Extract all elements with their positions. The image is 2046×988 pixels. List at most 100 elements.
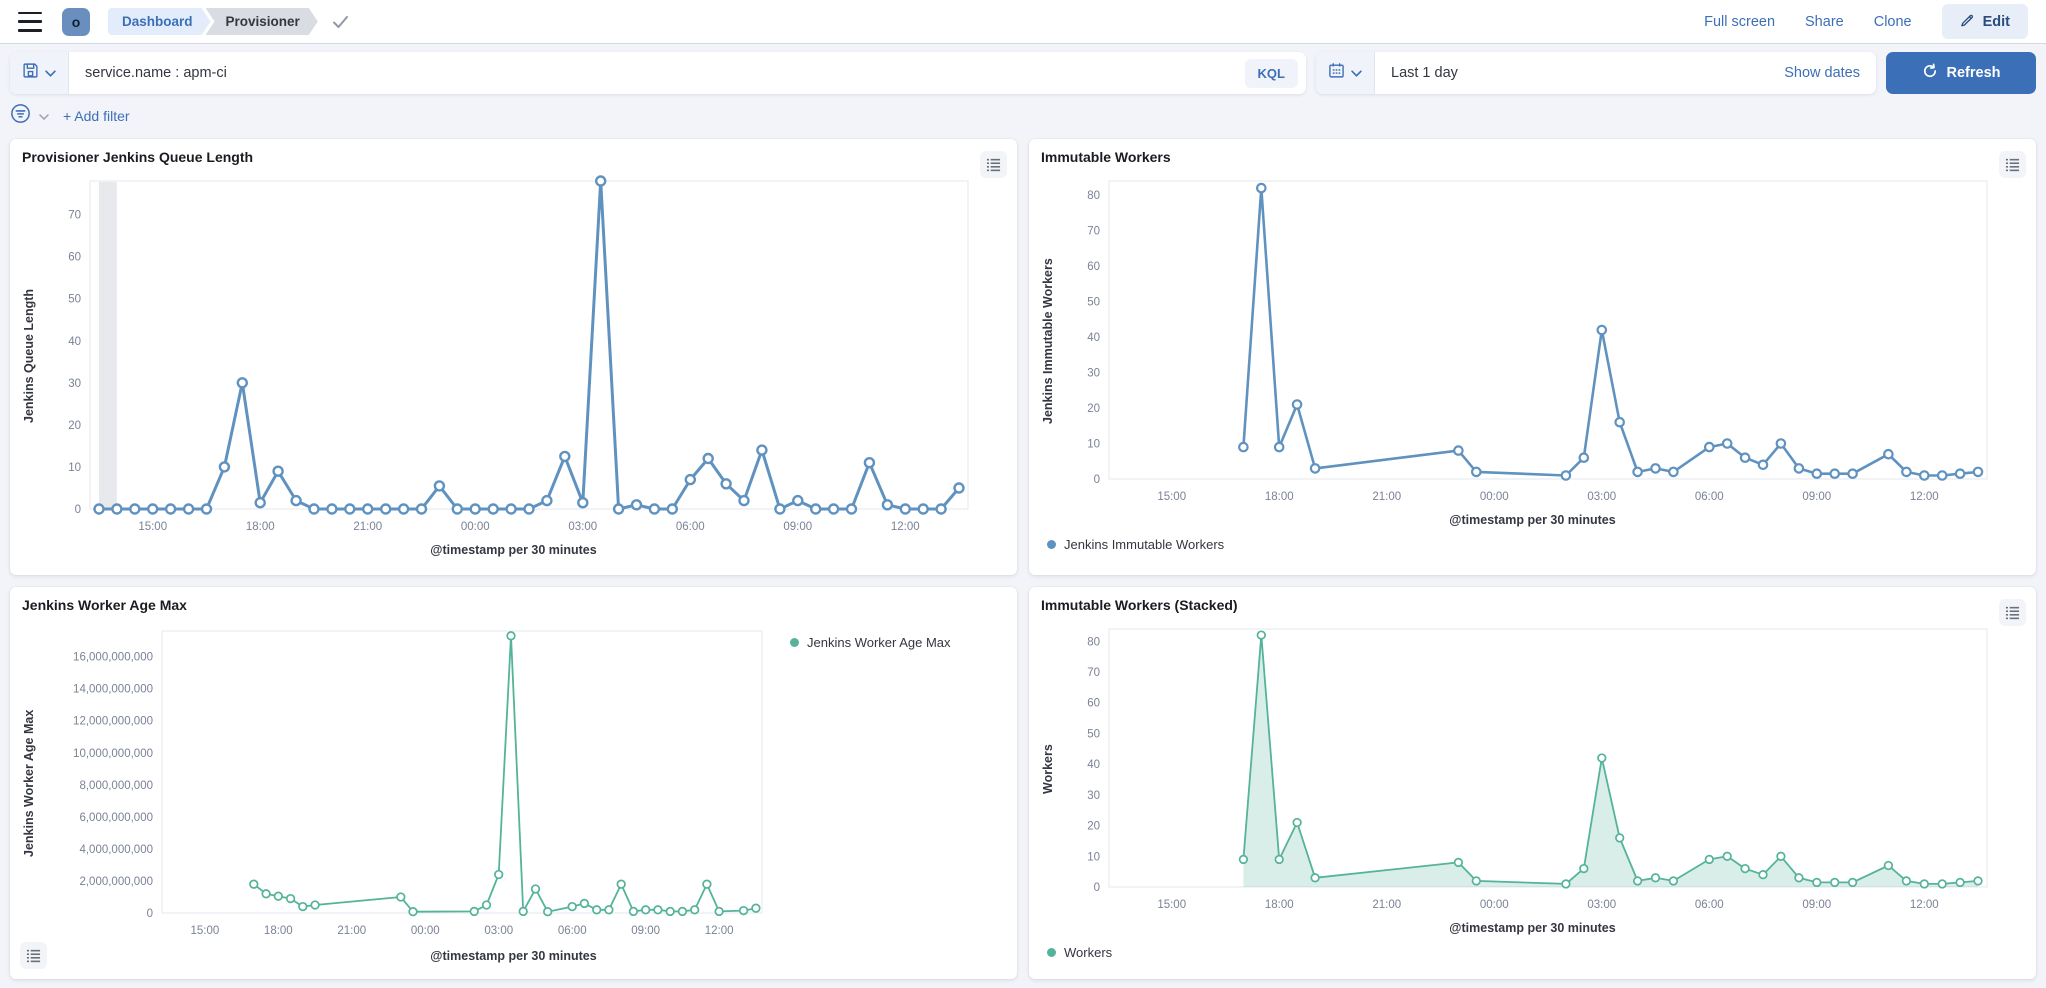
svg-text:0: 0: [1094, 474, 1100, 486]
svg-text:10: 10: [1087, 851, 1100, 863]
legend-dot: [1047, 540, 1056, 549]
x-axis-title: @timestamp per 30 minutes: [1041, 921, 2024, 935]
svg-text:09:00: 09:00: [1802, 491, 1831, 503]
list-icon: [2005, 605, 2020, 620]
svg-text:15:00: 15:00: [1157, 491, 1186, 503]
svg-text:00:00: 00:00: [411, 925, 440, 937]
svg-text:12,000,000,000: 12,000,000,000: [73, 716, 153, 728]
legend-item[interactable]: Workers: [1047, 945, 2024, 960]
panel-legend-toggle-button[interactable]: [980, 151, 1007, 178]
y-axis-title: Jenkins Worker Age Max: [22, 619, 44, 947]
legend-label: Jenkins Immutable Workers: [1064, 537, 1224, 552]
svg-text:40: 40: [1087, 332, 1100, 344]
breadcrumb-provisioner[interactable]: Provisioner: [206, 8, 318, 35]
breadcrumb-dashboard[interactable]: Dashboard: [108, 8, 211, 35]
workers-stacked-area-chart[interactable]: 0102030405060708015:0018:0021:0000:0003:…: [1063, 619, 2003, 919]
svg-text:50: 50: [68, 294, 81, 306]
svg-text:06:00: 06:00: [676, 521, 705, 533]
svg-text:30: 30: [1087, 368, 1100, 380]
svg-text:03:00: 03:00: [1587, 899, 1616, 911]
svg-text:60: 60: [1087, 698, 1100, 710]
chevron-down-icon: [45, 64, 56, 82]
queue-length-line-chart[interactable]: 01020304050607015:0018:0021:0000:0003:00…: [44, 171, 984, 541]
query-input[interactable]: [69, 65, 1245, 81]
svg-text:10: 10: [68, 462, 81, 474]
share-link[interactable]: Share: [1805, 14, 1844, 30]
search-box: KQL: [10, 52, 1306, 94]
panel-jenkins-queue-length: Provisioner Jenkins Queue Length Jenkins…: [10, 139, 1017, 575]
legend-label: Workers: [1064, 945, 1112, 960]
x-axis-title: @timestamp per 30 minutes: [1041, 513, 2024, 527]
edit-button[interactable]: Edit: [1942, 4, 2028, 39]
svg-text:70: 70: [68, 210, 81, 222]
panel-legend-toggle-button[interactable]: [1999, 599, 2026, 626]
panel-legend-toggle-button[interactable]: [1999, 151, 2026, 178]
clone-link[interactable]: Clone: [1874, 14, 1912, 30]
time-range-value[interactable]: Last 1 day: [1375, 65, 1784, 81]
svg-text:6,000,000,000: 6,000,000,000: [79, 812, 153, 824]
svg-text:00:00: 00:00: [1480, 491, 1509, 503]
y-axis-title: Jenkins Immutable Workers: [1041, 171, 1063, 511]
svg-text:15:00: 15:00: [1157, 899, 1186, 911]
show-dates-link[interactable]: Show dates: [1784, 65, 1876, 81]
panel-immutable-workers-stacked: Immutable Workers (Stacked) Workers 0 10 2…: [1029, 587, 2036, 979]
panel-title[interactable]: Immutable Workers: [1041, 149, 2024, 165]
svg-text:03:00: 03:00: [568, 521, 597, 533]
save-query-icon: [22, 62, 39, 84]
immutable-workers-line-chart[interactable]: 0102030405060708015:0018:0021:0000:0003:…: [1063, 171, 2003, 511]
svg-text:20: 20: [68, 420, 81, 432]
svg-text:03:00: 03:00: [484, 925, 513, 937]
space-avatar[interactable]: o: [62, 8, 90, 36]
svg-text:21:00: 21:00: [1372, 491, 1401, 503]
svg-text:0: 0: [1094, 882, 1100, 894]
x-axis-title: @timestamp per 30 minutes: [22, 543, 1005, 557]
saved-query-menu-button[interactable]: [10, 52, 69, 94]
svg-text:18:00: 18:00: [1265, 899, 1294, 911]
legend-item[interactable]: Jenkins Worker Age Max: [790, 635, 989, 650]
svg-text:14,000,000,000: 14,000,000,000: [73, 684, 153, 696]
svg-text:0: 0: [75, 504, 81, 516]
svg-text:09:00: 09:00: [783, 521, 812, 533]
panel-legend-toggle-button[interactable]: [20, 942, 47, 969]
worker-age-max-line-chart[interactable]: 02,000,000,0004,000,000,0006,000,000,000…: [44, 619, 774, 947]
query-language-button[interactable]: KQL: [1245, 59, 1298, 88]
svg-text:30: 30: [68, 378, 81, 390]
svg-text:70: 70: [1087, 667, 1100, 679]
menu-icon[interactable]: [18, 12, 42, 32]
svg-text:10,000,000,000: 10,000,000,000: [73, 748, 153, 760]
chart-legend: Jenkins Worker Age Max: [774, 619, 989, 947]
svg-text:60: 60: [68, 252, 81, 264]
add-filter-button[interactable]: + Add filter: [63, 108, 130, 124]
svg-text:15:00: 15:00: [138, 521, 167, 533]
pencil-icon: [1960, 12, 1975, 31]
panel-title[interactable]: Jenkins Worker Age Max: [22, 597, 1005, 613]
svg-text:2,000,000,000: 2,000,000,000: [79, 876, 153, 888]
panel-title[interactable]: Provisioner Jenkins Queue Length: [22, 149, 1005, 165]
svg-text:06:00: 06:00: [1695, 899, 1724, 911]
refresh-icon: [1922, 63, 1938, 83]
svg-text:60: 60: [1087, 261, 1100, 273]
list-icon: [2005, 157, 2020, 172]
y-axis-title: Jenkins Queue Length: [22, 171, 44, 541]
panel-immutable-workers: Immutable Workers Jenkins Immutable Work…: [1029, 139, 2036, 575]
svg-text:70: 70: [1087, 226, 1100, 238]
filter-icon[interactable]: [10, 103, 31, 129]
svg-text:09:00: 09:00: [1802, 899, 1831, 911]
svg-text:40: 40: [1087, 759, 1100, 771]
refresh-button[interactable]: Refresh: [1886, 52, 2036, 94]
svg-text:12:00: 12:00: [891, 521, 920, 533]
svg-text:12:00: 12:00: [705, 925, 734, 937]
svg-text:50: 50: [1087, 297, 1100, 309]
date-quick-menu-button[interactable]: [1316, 52, 1375, 94]
chevron-down-icon[interactable]: [39, 107, 49, 125]
legend-label: Jenkins Worker Age Max: [807, 635, 951, 650]
full-screen-link[interactable]: Full screen: [1704, 14, 1775, 30]
svg-text:12:00: 12:00: [1910, 899, 1939, 911]
y-axis-title: Workers: [1041, 619, 1063, 919]
svg-text:20: 20: [1087, 821, 1100, 833]
legend-item[interactable]: Jenkins Immutable Workers: [1047, 537, 2024, 552]
legend-dot: [790, 638, 799, 647]
svg-text:40: 40: [68, 336, 81, 348]
svg-text:50: 50: [1087, 728, 1100, 740]
panel-title[interactable]: Immutable Workers (Stacked): [1041, 597, 2024, 613]
